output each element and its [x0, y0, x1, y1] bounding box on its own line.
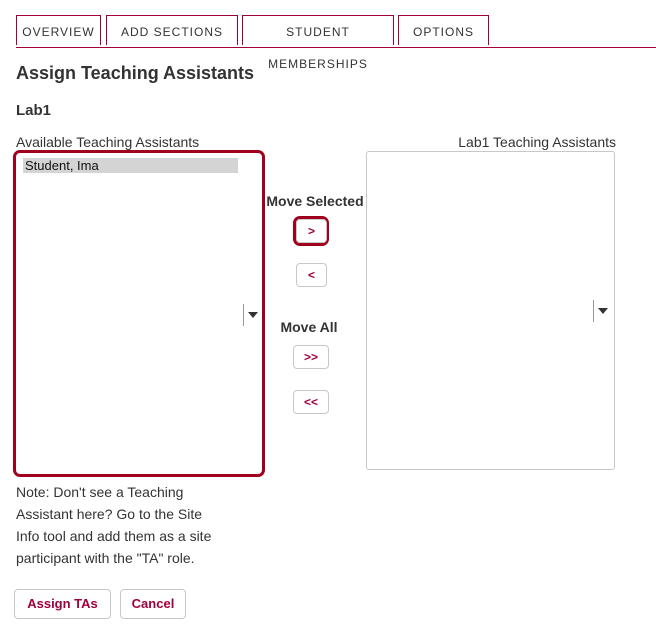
chevron-down-icon[interactable] [243, 304, 259, 326]
tab-options[interactable]: OPTIONS [398, 15, 489, 45]
section-name: Lab1 [16, 102, 52, 119]
remove-selected-button[interactable]: < [296, 263, 327, 287]
available-tas-listbox[interactable]: Student, Ima [17, 155, 259, 472]
assign-tas-button[interactable]: Assign TAs [14, 589, 111, 619]
assigned-tas-label: Lab1 Teaching Assistants [458, 134, 616, 150]
section-tabs: OVERVIEW ADD SECTIONS STUDENT MEMBERSHIP… [16, 15, 656, 71]
remove-all-button[interactable]: << [293, 390, 329, 414]
move-all-label: Move All [280, 319, 338, 335]
list-item[interactable]: Student, Ima [23, 158, 238, 173]
chevron-down-icon[interactable] [593, 300, 609, 322]
tab-student-memberships[interactable]: STUDENT MEMBERSHIPS [242, 15, 394, 71]
cancel-button[interactable]: Cancel [120, 589, 186, 619]
page-title: Assign Teaching Assistants [16, 63, 255, 83]
add-all-button[interactable]: >> [293, 345, 329, 369]
tab-add-sections[interactable]: ADD SECTIONS [106, 15, 238, 45]
move-selected-label: Move Selected [266, 193, 364, 209]
add-selected-button[interactable]: > [296, 219, 327, 243]
assigned-tas-listbox[interactable] [366, 151, 615, 470]
available-tas-label: Available Teaching Assistants [16, 134, 200, 150]
tab-overview[interactable]: OVERVIEW [16, 15, 101, 45]
help-note: Note: Don't see a Teaching Assistant her… [16, 484, 212, 566]
